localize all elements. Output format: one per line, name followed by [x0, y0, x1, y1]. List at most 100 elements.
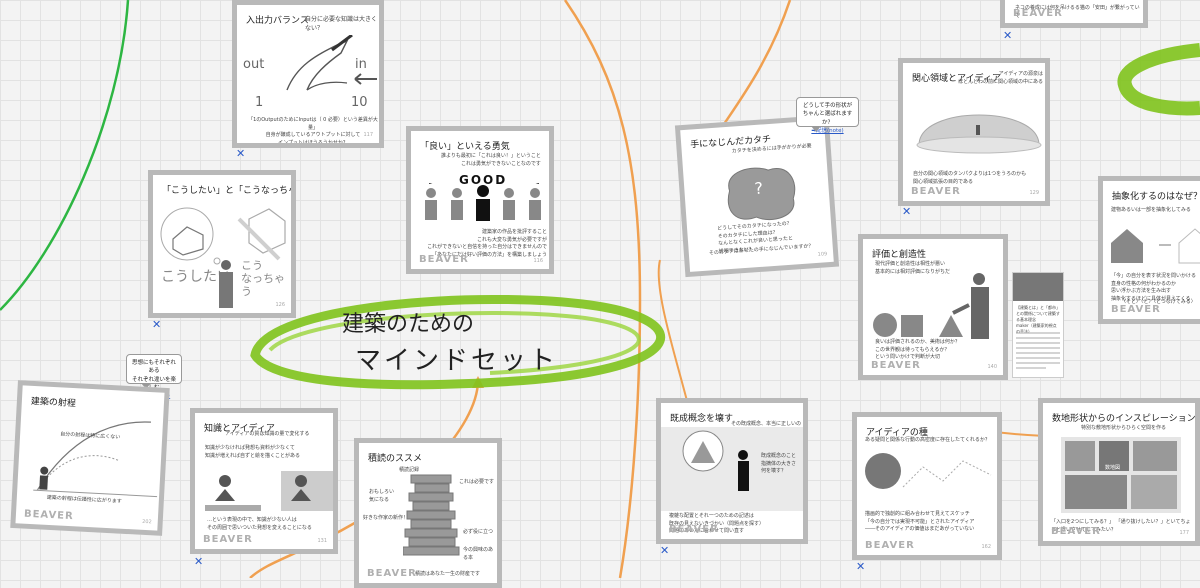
- card-interest[interactable]: 関心領域とアイディア アイディアの源泉は ほとんどわの前に関心領域の中にある 自…: [898, 58, 1050, 206]
- card-title: 数地形状からのインスピレーション: [1052, 414, 1196, 424]
- card-site-shape[interactable]: 数地形状からのインスピレーション 特別な敷地形状からひらく空間を作る 数地図 「…: [1038, 398, 1200, 546]
- page-number: 126: [275, 302, 285, 308]
- green-brush-ring-right: [1117, 43, 1200, 116]
- card-eval[interactable]: 評価と創造性 現代評価と創造性は相性が悪い 基本的には相対評価になりがちだ 良い…: [858, 234, 1008, 380]
- card-katachi[interactable]: 手になじんだカタチ カタチを決めるには手がかりが必要 ? どうしてそのカタチにな…: [674, 114, 840, 278]
- stack-label-4: 好きな作家の新作！: [363, 515, 409, 521]
- card-subtitle: アイディアの質は知識の量で変化する: [225, 431, 310, 437]
- card-subtitle: 特別な敷地形状からひらく空間を作る: [1081, 425, 1167, 431]
- brand-logo: BEAVER: [871, 360, 921, 371]
- document-thumbnail[interactable]: 【建築とは」と「都市」との関係について建築する基本理念 maker（建築家的視点…: [1012, 272, 1064, 378]
- card-title: 評価と創造性: [872, 250, 927, 260]
- delete-button[interactable]: ✕: [194, 556, 203, 567]
- brand-logo: BEAVER: [419, 254, 469, 265]
- card-trajectory[interactable]: 建築の射程 自分の射程は特に広くない 建築の射程は伝播性に広がります BEAVE…: [10, 380, 170, 536]
- person-figure-illustration: [219, 260, 233, 308]
- card-body-2: …という表現の中で、知識が少ない人は その周囲で思いついた発想を変えることになる: [207, 517, 312, 531]
- note-link[interactable]: ➡配信(note): [802, 127, 853, 135]
- orange-curve-main: [563, 0, 642, 578]
- card-body-2: 描画的で独創的に組み合わせて見えてスケッチ 「今の自分では実現不可能」とされたア…: [865, 511, 975, 532]
- card-courage[interactable]: 「良い」といえる勇気 誰よりも最初に「これは良い！」ということ これは勇気ができ…: [406, 126, 554, 274]
- card-want[interactable]: 「こうしたい」と「こうなっちゃう」 こうしたい こう なっちゃう 126: [148, 170, 296, 318]
- card-seed[interactable]: アイディアの種 ある疑問と関係な行動の高密度に存在したてくれるか？ 描画的で独創…: [852, 412, 1002, 560]
- thumbnail-photo: [1013, 273, 1063, 301]
- delete-button[interactable]: ✕: [152, 319, 161, 330]
- card-body: 既成概念のこと 指摘体の大きさ 何を壊す？: [761, 453, 797, 474]
- page-number: 177: [1179, 530, 1189, 536]
- brand-logo: BEAVER: [911, 186, 961, 197]
- page-number: 140: [987, 364, 997, 370]
- brand-logo: BEAVER: [669, 524, 719, 535]
- card-body: 自分の関心領域のタンパクよりは1つをうろのかも 関心領域拡張の目的である: [913, 171, 1027, 185]
- page-number: 131: [317, 538, 327, 544]
- trajectory-illustration: [33, 421, 158, 498]
- card-subtitle: アイディアの源泉は ほとんどわの前に関心領域の中にある: [958, 71, 1043, 85]
- brand-logo: BEAVER: [203, 534, 253, 545]
- hand-writing-illustration: [286, 35, 353, 91]
- card-title: 抽象化するのはなぜ？: [1112, 192, 1200, 202]
- green-arc-curve: [0, 0, 130, 311]
- page-number: 116: [533, 258, 543, 264]
- page-number: 117: [363, 132, 373, 138]
- card-body: 知識が少なければ発想も資料が少なくて 知識が増えれば自ずと絵を描くことがある: [205, 445, 301, 459]
- delete-button[interactable]: ✕: [236, 148, 245, 159]
- card-body: 「1のOutputのためにInputは（ 0 必要）という差異が大量」 自身が醸…: [248, 117, 378, 146]
- book-stack-illustration: [403, 474, 460, 556]
- page-number: 129: [1029, 190, 1039, 196]
- page-number: 202: [142, 518, 152, 526]
- card-subtitle: 建物あるいは一部を抽象化してみる: [1111, 207, 1191, 213]
- house-abstraction-illustration: [1111, 228, 1200, 264]
- person-shapes-illustration: [873, 273, 989, 339]
- stack-label-3: これは必要です: [459, 479, 495, 485]
- text-lines: [1016, 332, 1060, 369]
- card-subtitle: ある疑問と関係な行動の高密度に存在したてくれるか？: [865, 437, 990, 443]
- stack-label-5: 必ず役に立つ: [463, 529, 494, 535]
- card-top-right[interactable]: ネコの養成には何を吊けるる猫の「安田」が繋がっていて BEAVER: [1000, 0, 1148, 28]
- card-abstract[interactable]: 抽象化するのはなぜ？ 建物あるいは一部を抽象化してみる 「今」の自分を表す状況を…: [1098, 176, 1200, 324]
- page-number: 162: [981, 544, 991, 550]
- brand-logo: BEAVER: [23, 508, 74, 523]
- handwritten-become: こう なっちゃう: [241, 259, 285, 299]
- dome-illustration: [916, 114, 1042, 154]
- card-tsundoku[interactable]: 積読のススメ 積読記録 おもしろい 気になる これは必要です 好きな作家の新作！…: [354, 438, 502, 588]
- ideas-illustration: [205, 471, 333, 511]
- card-subtitle: 誰よりも最初に「これは良い！」ということ これは勇気ができないことなのです: [441, 153, 541, 167]
- card-cognition[interactable]: 既成概念を壊す その既成概念、本当に正しいのか？ 既成概念のこと 指摘体の大きさ…: [656, 398, 808, 544]
- card-title: 既成概念を壊す: [670, 414, 734, 424]
- central-node-line2[interactable]: マインドセット: [355, 340, 558, 377]
- card-io-balance[interactable]: 入出力バランス 自分に必要な知識は大きくない？ out in 1 10 「1のO…: [232, 0, 384, 148]
- plan-label: 数地図: [1105, 465, 1121, 471]
- comment-note[interactable]: どうして手の形状が ちゃんと選ばれますか？ ➡配信(note): [796, 97, 859, 134]
- comment-note[interactable]: 思想にもそれぞれある それぞれ違いを楽しむ ➡配信(note): [126, 354, 182, 399]
- card-title: 入出力バランス: [246, 16, 309, 26]
- card-knowledge[interactable]: 知識とアイディア アイディアの質は知識の量で変化する 知識が少なければ発想も資料…: [190, 408, 338, 554]
- card-title: 積読のススメ: [368, 454, 423, 464]
- label-out: out: [243, 57, 265, 72]
- card-body-2: 良いは評価されるのか、美術は何か？ この世界観は待ってもらえるか？ という問いか…: [875, 339, 960, 360]
- note-text: どうして手の形状が ちゃんと選ばれますか？: [802, 103, 853, 126]
- brand-logo: BEAVER: [865, 540, 915, 551]
- card-body: 積読はあなた一生の財産です: [415, 571, 481, 577]
- label-ten: 10: [351, 95, 368, 110]
- card-title: 「こうしたい」と「こうなっちゃう」: [162, 186, 291, 196]
- orange-curve-right: [718, 0, 792, 131]
- sketch-dots-illustration: [865, 453, 992, 489]
- question-mark: ?: [753, 178, 764, 199]
- stack-label-2: おもしろい 気になる: [369, 489, 395, 503]
- label-one: 1: [255, 95, 264, 110]
- card-title: 「良い」といえる勇気: [420, 142, 510, 152]
- delete-button[interactable]: ✕: [660, 545, 669, 556]
- delete-button[interactable]: ✕: [856, 561, 865, 572]
- page-number: 109: [817, 251, 828, 258]
- arrow-icon: [354, 73, 377, 85]
- brand-logo: BEAVER: [1111, 304, 1161, 315]
- brand-logo: BEAVER: [1051, 526, 1101, 537]
- delete-button[interactable]: ✕: [902, 206, 911, 217]
- people-illustration: [425, 183, 541, 221]
- card-subtitle: 自分に必要な知識は大きくない？: [305, 16, 378, 32]
- central-node-line1[interactable]: 建築のための: [342, 306, 474, 338]
- floorplan-illustration: [1061, 437, 1181, 513]
- delete-button[interactable]: ✕: [1003, 30, 1012, 41]
- stack-label-1: 積読記録: [399, 467, 420, 473]
- stack-label-6: 今の興味のある本: [463, 547, 494, 561]
